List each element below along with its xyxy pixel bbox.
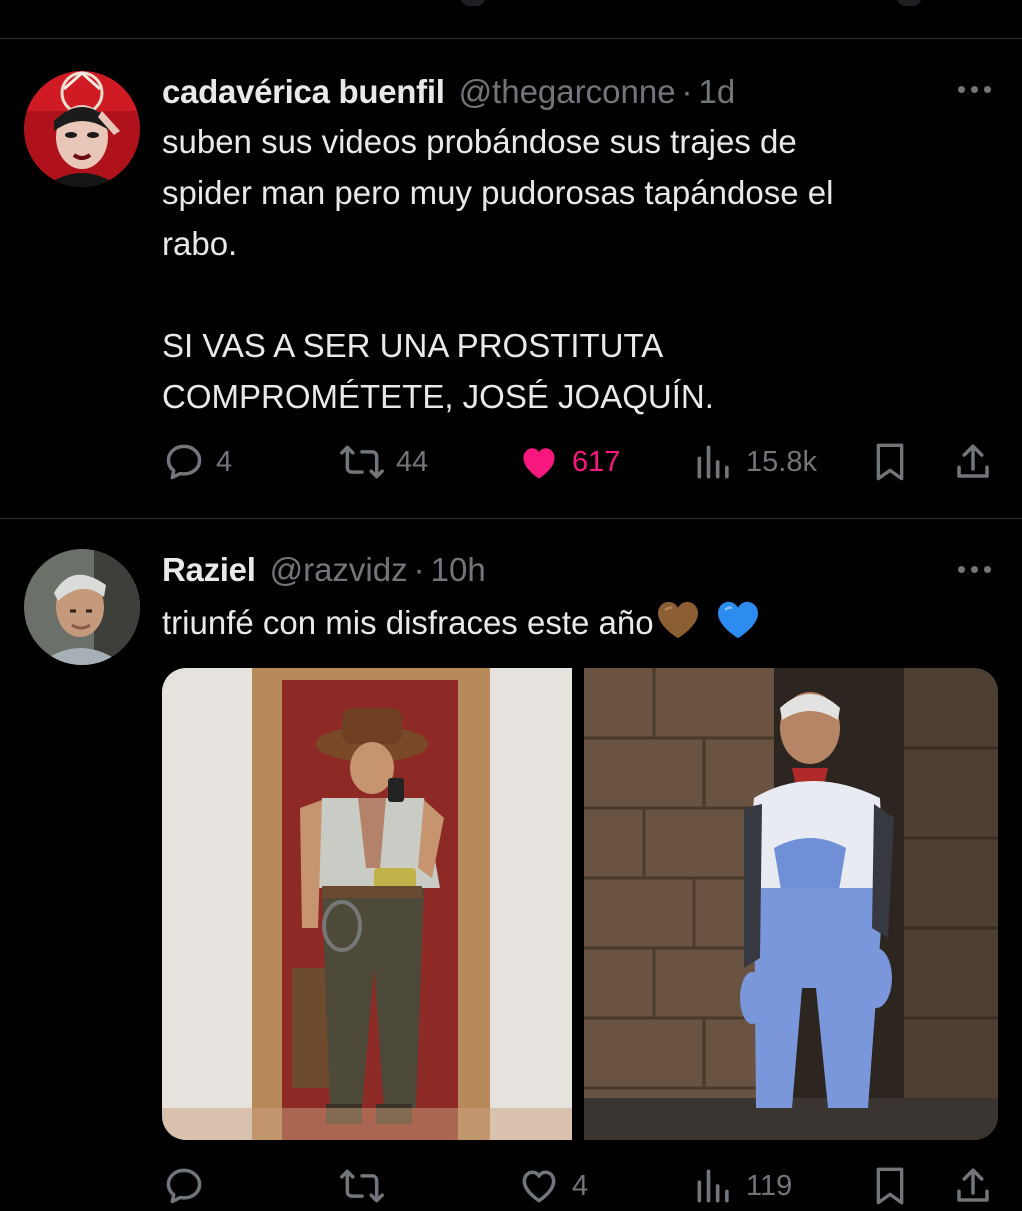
views-button[interactable]: 15.8k — [692, 437, 817, 487]
timestamp[interactable]: 1d — [699, 73, 736, 111]
timestamp[interactable]: 10h — [431, 551, 486, 589]
previous-tweet-icon-edge — [460, 0, 486, 6]
tweet-media[interactable] — [162, 668, 998, 1140]
user-handle[interactable]: @razvidz — [270, 551, 408, 589]
brown-heart-icon — [656, 600, 700, 654]
display-name[interactable]: Raziel — [162, 551, 256, 589]
views-icon — [697, 445, 729, 479]
avatar[interactable] — [24, 549, 140, 665]
avatar[interactable] — [24, 71, 140, 187]
tweet[interactable]: Raziel @razvidz · 10h triunfé con mis di… — [0, 519, 1022, 1205]
previous-tweet-edge — [0, 0, 1022, 38]
share-button[interactable] — [952, 437, 994, 487]
blue-heart-icon — [716, 600, 760, 654]
tweet-text-line: suben sus videos probándose sus trajes d… — [162, 123, 797, 160]
bookmark-icon — [876, 1167, 904, 1205]
reply-icon — [166, 444, 202, 480]
photo-evangelion-plugsuit-costume[interactable] — [584, 668, 998, 1140]
tweet-text-line: triunfé con mis disfraces este año — [162, 604, 654, 641]
tweet-text-line: COMPROMÉTETE, JOSÉ JOAQUÍN. — [162, 378, 714, 415]
tweet[interactable]: cadavérica buenfil @thegarconne · 1d sub… — [0, 39, 1022, 518]
tweet-text-line: SI VAS A SER UNA PROSTITUTA — [162, 327, 664, 364]
bookmark-button[interactable] — [870, 437, 910, 487]
views-icon — [697, 1169, 729, 1203]
share-icon — [957, 1168, 989, 1202]
repost-button[interactable]: 44 — [338, 437, 428, 487]
reply-button[interactable]: 4 — [162, 437, 232, 487]
media-gap — [572, 668, 584, 1140]
share-button[interactable] — [952, 1161, 994, 1211]
repost-count: 44 — [396, 445, 429, 478]
display-name[interactable]: cadavérica buenfil — [162, 73, 445, 111]
heart-outline-icon — [522, 1170, 556, 1203]
views-button[interactable]: 119 — [692, 1161, 792, 1211]
view-count: 119 — [746, 1169, 793, 1202]
tweet-text-line: spider man pero muy pudorosas tapándose … — [162, 174, 834, 211]
like-button[interactable]: 617 — [516, 437, 620, 487]
tweet-text-line: rabo. — [162, 225, 238, 262]
reply-button[interactable] — [162, 1161, 216, 1211]
reply-count: 4 — [216, 445, 233, 478]
bookmark-icon — [876, 443, 904, 481]
repost-icon — [340, 1169, 384, 1203]
user-handle[interactable]: @thegarconne — [459, 73, 676, 111]
repost-icon — [340, 445, 384, 479]
heart-filled-icon — [523, 448, 555, 479]
tweet-actions: 4 119 — [162, 1161, 998, 1211]
tweet-text-blank-line — [162, 269, 982, 320]
previous-tweet-icon-edge — [896, 0, 922, 6]
tweet-header: Raziel @razvidz · 10h — [162, 551, 486, 589]
separator-dot: · — [681, 73, 693, 110]
like-count: 4 — [572, 1169, 589, 1202]
like-count: 617 — [572, 445, 621, 478]
photo-indiana-jones-costume[interactable] — [162, 668, 572, 1140]
tweet-header: cadavérica buenfil @thegarconne · 1d — [162, 73, 735, 111]
more-options-icon[interactable] — [954, 79, 994, 99]
reply-icon — [166, 1168, 202, 1204]
tweet-text: triunfé con mis disfraces este año — [162, 597, 982, 654]
share-icon — [957, 444, 989, 478]
tweet-actions: 4 44 617 15.8k — [162, 437, 998, 487]
like-button[interactable]: 4 — [516, 1161, 588, 1211]
separator-dot: · — [413, 551, 425, 588]
repost-button[interactable] — [338, 1161, 396, 1211]
view-count: 15.8k — [746, 445, 817, 478]
tweet-text: suben sus videos probándose sus trajes d… — [162, 116, 982, 422]
more-options-icon[interactable] — [954, 559, 994, 579]
bookmark-button[interactable] — [870, 1161, 910, 1211]
